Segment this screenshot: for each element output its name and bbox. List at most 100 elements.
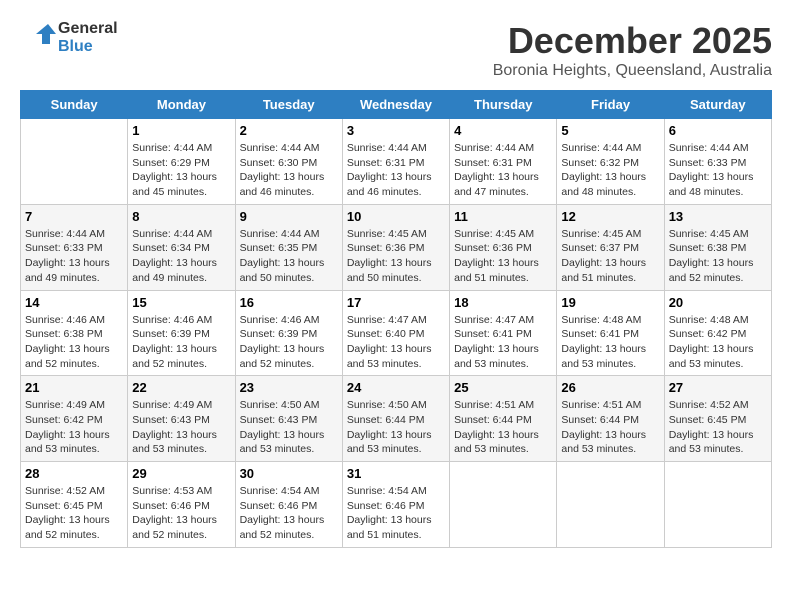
day-number: 23 <box>240 380 338 395</box>
page-header: General Blue December 2025 Boronia Heigh… <box>20 20 772 80</box>
day-info: Sunrise: 4:51 AM Sunset: 6:44 PM Dayligh… <box>561 398 659 457</box>
calendar-cell: 3 Sunrise: 4:44 AM Sunset: 6:31 PM Dayli… <box>342 119 449 205</box>
week-row-4: 21 Sunrise: 4:49 AM Sunset: 6:42 PM Dayl… <box>21 376 772 462</box>
day-number: 30 <box>240 466 338 481</box>
day-info: Sunrise: 4:44 AM Sunset: 6:33 PM Dayligh… <box>25 227 123 286</box>
day-number: 15 <box>132 295 230 310</box>
calendar-cell: 28 Sunrise: 4:52 AM Sunset: 6:45 PM Dayl… <box>21 462 128 548</box>
day-info: Sunrise: 4:54 AM Sunset: 6:46 PM Dayligh… <box>347 484 445 543</box>
day-info: Sunrise: 4:46 AM Sunset: 6:38 PM Dayligh… <box>25 313 123 372</box>
logo-general-text: General <box>58 20 118 38</box>
weekday-header-friday: Friday <box>557 91 664 119</box>
day-number: 13 <box>669 209 767 224</box>
calendar-cell: 20 Sunrise: 4:48 AM Sunset: 6:42 PM Dayl… <box>664 290 771 376</box>
title-section: December 2025 Boronia Heights, Queenslan… <box>493 20 772 80</box>
calendar-table: SundayMondayTuesdayWednesdayThursdayFrid… <box>20 90 772 548</box>
day-info: Sunrise: 4:44 AM Sunset: 6:35 PM Dayligh… <box>240 227 338 286</box>
day-info: Sunrise: 4:52 AM Sunset: 6:45 PM Dayligh… <box>669 398 767 457</box>
location-title: Boronia Heights, Queensland, Australia <box>493 62 772 80</box>
calendar-cell: 29 Sunrise: 4:53 AM Sunset: 6:46 PM Dayl… <box>128 462 235 548</box>
day-info: Sunrise: 4:44 AM Sunset: 6:34 PM Dayligh… <box>132 227 230 286</box>
calendar-cell: 16 Sunrise: 4:46 AM Sunset: 6:39 PM Dayl… <box>235 290 342 376</box>
day-info: Sunrise: 4:45 AM Sunset: 6:38 PM Dayligh… <box>669 227 767 286</box>
day-info: Sunrise: 4:44 AM Sunset: 6:33 PM Dayligh… <box>669 141 767 200</box>
calendar-cell <box>21 119 128 205</box>
calendar-cell: 2 Sunrise: 4:44 AM Sunset: 6:30 PM Dayli… <box>235 119 342 205</box>
calendar-cell: 24 Sunrise: 4:50 AM Sunset: 6:44 PM Dayl… <box>342 376 449 462</box>
day-number: 19 <box>561 295 659 310</box>
calendar-cell: 21 Sunrise: 4:49 AM Sunset: 6:42 PM Dayl… <box>21 376 128 462</box>
calendar-cell: 13 Sunrise: 4:45 AM Sunset: 6:38 PM Dayl… <box>664 204 771 290</box>
calendar-cell: 7 Sunrise: 4:44 AM Sunset: 6:33 PM Dayli… <box>21 204 128 290</box>
calendar-cell: 31 Sunrise: 4:54 AM Sunset: 6:46 PM Dayl… <box>342 462 449 548</box>
day-info: Sunrise: 4:47 AM Sunset: 6:40 PM Dayligh… <box>347 313 445 372</box>
day-number: 25 <box>454 380 552 395</box>
day-info: Sunrise: 4:46 AM Sunset: 6:39 PM Dayligh… <box>132 313 230 372</box>
calendar-cell <box>450 462 557 548</box>
month-title: December 2025 <box>493 20 772 62</box>
weekday-header-sunday: Sunday <box>21 91 128 119</box>
day-info: Sunrise: 4:47 AM Sunset: 6:41 PM Dayligh… <box>454 313 552 372</box>
day-number: 16 <box>240 295 338 310</box>
day-number: 17 <box>347 295 445 310</box>
day-number: 2 <box>240 123 338 138</box>
weekday-header-monday: Monday <box>128 91 235 119</box>
calendar-cell: 18 Sunrise: 4:47 AM Sunset: 6:41 PM Dayl… <box>450 290 557 376</box>
week-row-2: 7 Sunrise: 4:44 AM Sunset: 6:33 PM Dayli… <box>21 204 772 290</box>
day-number: 27 <box>669 380 767 395</box>
calendar-cell: 12 Sunrise: 4:45 AM Sunset: 6:37 PM Dayl… <box>557 204 664 290</box>
day-number: 10 <box>347 209 445 224</box>
calendar-cell: 9 Sunrise: 4:44 AM Sunset: 6:35 PM Dayli… <box>235 204 342 290</box>
day-number: 18 <box>454 295 552 310</box>
calendar-cell: 15 Sunrise: 4:46 AM Sunset: 6:39 PM Dayl… <box>128 290 235 376</box>
week-row-1: 1 Sunrise: 4:44 AM Sunset: 6:29 PM Dayli… <box>21 119 772 205</box>
day-number: 8 <box>132 209 230 224</box>
calendar-cell: 8 Sunrise: 4:44 AM Sunset: 6:34 PM Dayli… <box>128 204 235 290</box>
day-number: 1 <box>132 123 230 138</box>
day-number: 12 <box>561 209 659 224</box>
day-info: Sunrise: 4:52 AM Sunset: 6:45 PM Dayligh… <box>25 484 123 543</box>
weekday-header-row: SundayMondayTuesdayWednesdayThursdayFrid… <box>21 91 772 119</box>
logo-blue-text: Blue <box>58 38 118 56</box>
calendar-cell: 10 Sunrise: 4:45 AM Sunset: 6:36 PM Dayl… <box>342 204 449 290</box>
logo: General Blue <box>20 20 118 56</box>
calendar-cell: 26 Sunrise: 4:51 AM Sunset: 6:44 PM Dayl… <box>557 376 664 462</box>
day-info: Sunrise: 4:51 AM Sunset: 6:44 PM Dayligh… <box>454 398 552 457</box>
day-number: 14 <box>25 295 123 310</box>
day-number: 4 <box>454 123 552 138</box>
day-number: 24 <box>347 380 445 395</box>
day-info: Sunrise: 4:48 AM Sunset: 6:41 PM Dayligh… <box>561 313 659 372</box>
day-info: Sunrise: 4:50 AM Sunset: 6:44 PM Dayligh… <box>347 398 445 457</box>
calendar-cell: 23 Sunrise: 4:50 AM Sunset: 6:43 PM Dayl… <box>235 376 342 462</box>
calendar-cell: 22 Sunrise: 4:49 AM Sunset: 6:43 PM Dayl… <box>128 376 235 462</box>
day-info: Sunrise: 4:45 AM Sunset: 6:37 PM Dayligh… <box>561 227 659 286</box>
calendar-cell: 6 Sunrise: 4:44 AM Sunset: 6:33 PM Dayli… <box>664 119 771 205</box>
weekday-header-wednesday: Wednesday <box>342 91 449 119</box>
day-number: 29 <box>132 466 230 481</box>
day-info: Sunrise: 4:44 AM Sunset: 6:30 PM Dayligh… <box>240 141 338 200</box>
day-info: Sunrise: 4:50 AM Sunset: 6:43 PM Dayligh… <box>240 398 338 457</box>
day-info: Sunrise: 4:49 AM Sunset: 6:42 PM Dayligh… <box>25 398 123 457</box>
day-number: 20 <box>669 295 767 310</box>
day-info: Sunrise: 4:45 AM Sunset: 6:36 PM Dayligh… <box>347 227 445 286</box>
day-number: 31 <box>347 466 445 481</box>
logo-bird-icon <box>20 20 56 56</box>
logo-container: General Blue <box>20 20 118 56</box>
weekday-header-tuesday: Tuesday <box>235 91 342 119</box>
calendar-cell: 17 Sunrise: 4:47 AM Sunset: 6:40 PM Dayl… <box>342 290 449 376</box>
day-info: Sunrise: 4:54 AM Sunset: 6:46 PM Dayligh… <box>240 484 338 543</box>
day-info: Sunrise: 4:53 AM Sunset: 6:46 PM Dayligh… <box>132 484 230 543</box>
weekday-header-saturday: Saturday <box>664 91 771 119</box>
day-number: 26 <box>561 380 659 395</box>
day-info: Sunrise: 4:49 AM Sunset: 6:43 PM Dayligh… <box>132 398 230 457</box>
calendar-cell: 1 Sunrise: 4:44 AM Sunset: 6:29 PM Dayli… <box>128 119 235 205</box>
day-info: Sunrise: 4:44 AM Sunset: 6:31 PM Dayligh… <box>454 141 552 200</box>
day-info: Sunrise: 4:44 AM Sunset: 6:32 PM Dayligh… <box>561 141 659 200</box>
calendar-cell: 11 Sunrise: 4:45 AM Sunset: 6:36 PM Dayl… <box>450 204 557 290</box>
week-row-5: 28 Sunrise: 4:52 AM Sunset: 6:45 PM Dayl… <box>21 462 772 548</box>
day-number: 28 <box>25 466 123 481</box>
day-info: Sunrise: 4:46 AM Sunset: 6:39 PM Dayligh… <box>240 313 338 372</box>
day-info: Sunrise: 4:44 AM Sunset: 6:31 PM Dayligh… <box>347 141 445 200</box>
calendar-cell: 4 Sunrise: 4:44 AM Sunset: 6:31 PM Dayli… <box>450 119 557 205</box>
calendar-cell: 27 Sunrise: 4:52 AM Sunset: 6:45 PM Dayl… <box>664 376 771 462</box>
